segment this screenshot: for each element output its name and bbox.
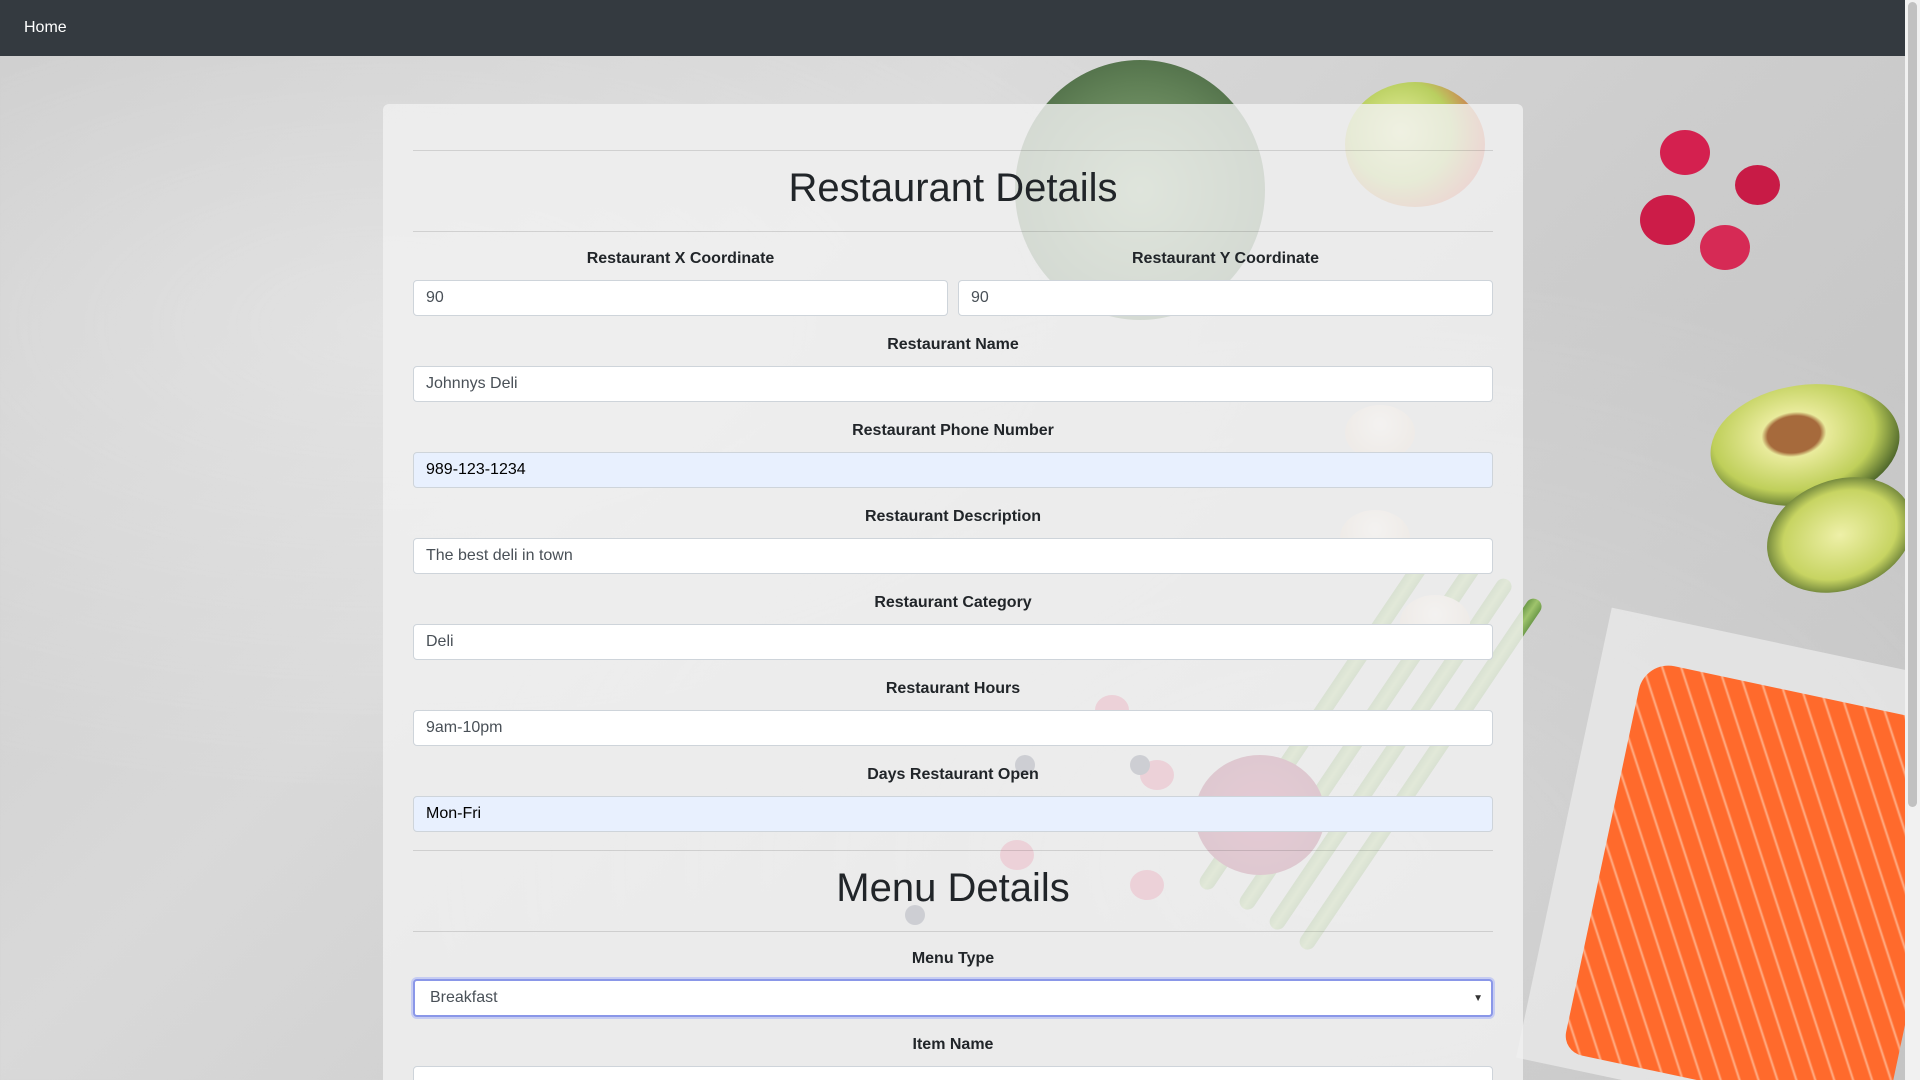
radish-decoration bbox=[1660, 130, 1710, 175]
scrollbar-thumb[interactable] bbox=[1908, 2, 1917, 807]
hours-label: Restaurant Hours bbox=[885, 680, 1021, 697]
divider bbox=[413, 850, 1493, 851]
item-name-label: Item Name bbox=[912, 1036, 994, 1053]
y-coordinate-input[interactable]: 90 bbox=[958, 280, 1493, 316]
phone-number-label: Restaurant Phone Number bbox=[852, 422, 1054, 439]
divider bbox=[413, 931, 1493, 932]
radish-decoration bbox=[1640, 195, 1695, 245]
y-coordinate-label: Restaurant Y Coordinate bbox=[1131, 250, 1319, 267]
chevron-down-icon: ▼ bbox=[1473, 993, 1483, 1004]
x-coordinate-input[interactable]: 90 bbox=[413, 280, 948, 316]
restaurant-name-input[interactable]: Johnnys Deli bbox=[413, 366, 1493, 402]
phone-number-input[interactable]: 989-123-1234 bbox=[413, 452, 1493, 488]
hours-input[interactable]: 9am-10pm bbox=[413, 710, 1493, 746]
description-label: Restaurant Description bbox=[864, 508, 1042, 525]
category-label: Restaurant Category bbox=[874, 594, 1032, 611]
restaurant-form-card: Restaurant Details Restaurant X Coordina… bbox=[383, 104, 1523, 1080]
description-input[interactable]: The best deli in town bbox=[413, 538, 1493, 574]
nav-home-link[interactable]: Home bbox=[24, 19, 67, 37]
top-navbar: Home bbox=[0, 0, 1905, 56]
days-open-label: Days Restaurant Open bbox=[867, 766, 1039, 783]
radish-decoration bbox=[1735, 165, 1780, 205]
divider bbox=[413, 231, 1493, 232]
page-scrollbar[interactable] bbox=[1905, 0, 1920, 1080]
x-coordinate-label: Restaurant X Coordinate bbox=[586, 250, 775, 267]
category-input[interactable]: Deli bbox=[413, 624, 1493, 660]
days-open-input[interactable]: Mon-Fri bbox=[413, 796, 1493, 832]
menu-details-heading: Menu Details bbox=[836, 866, 1070, 910]
restaurant-name-label: Restaurant Name bbox=[887, 336, 1019, 353]
divider bbox=[413, 150, 1493, 151]
restaurant-details-heading: Restaurant Details bbox=[788, 166, 1118, 210]
radish-decoration bbox=[1700, 225, 1750, 270]
menu-type-selected-value: Breakfast bbox=[430, 989, 498, 1006]
item-name-input[interactable] bbox=[413, 1066, 1493, 1080]
menu-type-label: Menu Type bbox=[911, 950, 995, 967]
menu-type-select[interactable]: Breakfast ▼ bbox=[413, 979, 1493, 1017]
